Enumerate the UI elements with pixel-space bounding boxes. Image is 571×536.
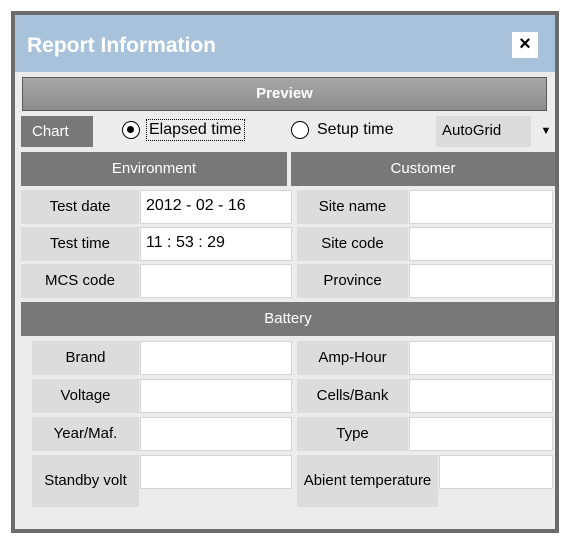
- site-name-field[interactable]: [409, 190, 553, 224]
- setup-time-radio[interactable]: [291, 121, 309, 139]
- close-button[interactable]: ×: [512, 32, 538, 58]
- abient-temperature-field[interactable]: [439, 455, 553, 489]
- site-code-field[interactable]: [409, 227, 553, 261]
- mcs-code-field[interactable]: [140, 264, 292, 298]
- dialog-title: Report Information: [27, 34, 216, 57]
- year-maf-field[interactable]: [140, 417, 292, 451]
- mcs-code-label: MCS code: [21, 264, 139, 298]
- year-maf-label: Year/Maf.: [32, 417, 139, 451]
- chart-options-row: Chart Elapsed time Setup time AutoGrid ▼: [15, 115, 555, 148]
- type-label: Type: [297, 417, 408, 451]
- abient-temperature-label: Abient temperature: [297, 455, 438, 507]
- chart-grid-dropdown[interactable]: AutoGrid ▼: [436, 116, 555, 147]
- cells-bank-label: Cells/Bank: [297, 379, 408, 413]
- brand-field[interactable]: [140, 341, 292, 375]
- customer-header: Customer: [291, 152, 555, 186]
- cells-bank-field[interactable]: [409, 379, 553, 413]
- voltage-field[interactable]: [140, 379, 292, 413]
- amp-hour-field[interactable]: [409, 341, 553, 375]
- test-time-label: Test time: [21, 227, 139, 261]
- standby-volt-field[interactable]: [140, 455, 292, 489]
- province-label: Province: [297, 264, 408, 298]
- preview-button[interactable]: Preview: [22, 77, 547, 111]
- type-field[interactable]: [409, 417, 553, 451]
- voltage-label: Voltage: [32, 379, 139, 413]
- dropdown-value[interactable]: AutoGrid: [436, 116, 531, 147]
- chevron-down-icon[interactable]: ▼: [537, 116, 555, 147]
- environment-header: Environment: [21, 152, 287, 186]
- test-time-field[interactable]: 11 : 53 : 29: [140, 227, 292, 261]
- battery-header: Battery: [21, 302, 555, 336]
- amp-hour-label: Amp-Hour: [297, 341, 408, 375]
- chart-label: Chart: [21, 116, 93, 147]
- test-date-label: Test date: [21, 190, 139, 224]
- brand-label: Brand: [32, 341, 139, 375]
- elapsed-time-label[interactable]: Elapsed time: [146, 119, 245, 141]
- test-date-field[interactable]: 2012 - 02 - 16: [140, 190, 292, 224]
- site-code-label: Site code: [297, 227, 408, 261]
- site-name-label: Site name: [297, 190, 408, 224]
- setup-time-label[interactable]: Setup time: [317, 120, 393, 140]
- standby-volt-label: Standby volt: [32, 455, 139, 507]
- report-information-dialog: Report Information × Preview Chart Elaps…: [11, 11, 559, 533]
- title-bar: Report Information ×: [15, 15, 555, 72]
- province-field[interactable]: [409, 264, 553, 298]
- elapsed-time-radio[interactable]: [122, 121, 140, 139]
